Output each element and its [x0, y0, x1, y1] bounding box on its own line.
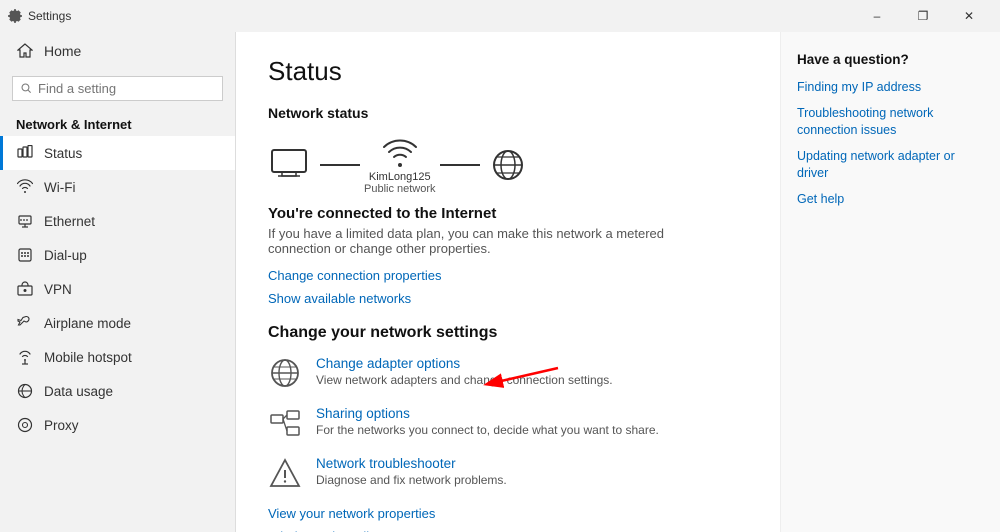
adapter-options-text: Change adapter options View network adap… [316, 356, 613, 387]
sharing-options-text: Sharing options For the networks you con… [316, 406, 659, 437]
title-bar-controls: – ❐ ✕ [854, 0, 992, 32]
home-icon [16, 42, 34, 60]
sidebar-item-hotspot[interactable]: Mobile hotspot [0, 340, 235, 374]
app-body: Home Network & Internet Status Wi-Fi [0, 32, 1000, 532]
sidebar-section-title: Network & Internet [0, 107, 235, 136]
sidebar-item-wifi[interactable]: Wi-Fi [0, 170, 235, 204]
status-icon [16, 144, 34, 162]
troubleshooter-text: Network troubleshooter Diagnose and fix … [316, 456, 507, 487]
sidebar-item-label-airplane: Airplane mode [44, 316, 131, 331]
adapter-options-desc: View network adapters and change connect… [316, 373, 613, 387]
red-arrow [468, 358, 568, 394]
sharing-options-item: Sharing options For the networks you con… [268, 406, 748, 440]
sidebar-item-label-proxy: Proxy [44, 418, 79, 433]
right-panel: Have a question? Finding my IP address T… [780, 32, 1000, 532]
globe-diagram-icon [484, 146, 532, 184]
hotspot-icon [16, 348, 34, 366]
restore-button[interactable]: ❐ [900, 0, 946, 32]
search-box[interactable] [12, 76, 223, 101]
right-link-ip[interactable]: Finding my IP address [797, 79, 984, 97]
network-status-label: Network status [268, 105, 748, 121]
sidebar-item-label-hotspot: Mobile hotspot [44, 350, 132, 365]
net-line-2 [440, 164, 480, 166]
right-link-help[interactable]: Get help [797, 191, 984, 209]
data-icon [16, 382, 34, 400]
show-networks-link[interactable]: Show available networks [268, 291, 748, 306]
adapter-options-item: Change adapter options View network adap… [268, 356, 748, 390]
right-link-troubleshoot[interactable]: Troubleshooting network connection issue… [797, 105, 984, 140]
sidebar-item-label-vpn: VPN [44, 282, 72, 297]
troubleshooter-item: Network troubleshooter Diagnose and fix … [268, 456, 748, 490]
troubleshooter-title[interactable]: Network troubleshooter [316, 456, 507, 471]
ethernet-icon [16, 212, 34, 230]
title-bar: Settings – ❐ ✕ [0, 0, 1000, 32]
sharing-icon [268, 406, 302, 440]
vpn-icon [16, 280, 34, 298]
connected-title: You're connected to the Internet [268, 205, 748, 222]
troubleshooter-icon [268, 456, 302, 490]
troubleshooter-desc: Diagnose and fix network problems. [316, 473, 507, 487]
search-input[interactable] [38, 81, 214, 96]
proxy-icon [16, 416, 34, 434]
adapter-icon [268, 356, 302, 390]
title-bar-left: Settings [8, 9, 71, 23]
sidebar-item-label-wifi: Wi-Fi [44, 180, 75, 195]
settings-icon [8, 9, 22, 23]
title-bar-title: Settings [28, 9, 71, 23]
sidebar-item-label-status: Status [44, 146, 82, 161]
network-name: KimLong125 [369, 171, 431, 183]
search-icon [21, 82, 32, 95]
airplane-icon [16, 314, 34, 332]
sidebar-home-item[interactable]: Home [0, 32, 235, 70]
adapter-options-title[interactable]: Change adapter options [316, 356, 613, 371]
minimize-button[interactable]: – [854, 0, 900, 32]
sidebar-item-vpn[interactable]: VPN [0, 272, 235, 306]
sidebar-item-label-dialup: Dial-up [44, 248, 87, 263]
sidebar-item-data[interactable]: Data usage [0, 374, 235, 408]
net-line-1 [320, 164, 360, 166]
change-settings-title: Change your network settings [268, 324, 748, 342]
sharing-options-desc: For the networks you connect to, decide … [316, 423, 659, 437]
close-button[interactable]: ✕ [946, 0, 992, 32]
connected-desc: If you have a limited data plan, you can… [268, 226, 688, 256]
sidebar-item-airplane[interactable]: Airplane mode [0, 306, 235, 340]
wifi-icon [16, 178, 34, 196]
dialup-icon [16, 246, 34, 264]
sharing-options-title[interactable]: Sharing options [316, 406, 659, 421]
wifi-diagram-icon: KimLong125 Public network [364, 135, 436, 195]
right-link-adapter[interactable]: Updating network adapter or driver [797, 148, 984, 183]
sidebar-item-status[interactable]: Status [0, 136, 235, 170]
sidebar-item-proxy[interactable]: Proxy [0, 408, 235, 442]
network-diagram: KimLong125 Public network [268, 135, 748, 195]
sidebar-item-ethernet[interactable]: Ethernet [0, 204, 235, 238]
change-connection-link[interactable]: Change connection properties [268, 268, 748, 283]
sidebar-item-label-ethernet: Ethernet [44, 214, 95, 229]
sidebar-item-label-data: Data usage [44, 384, 113, 399]
sidebar-home-label: Home [44, 43, 81, 59]
sidebar-item-dialup[interactable]: Dial-up [0, 238, 235, 272]
sidebar: Home Network & Internet Status Wi-Fi [0, 32, 236, 532]
main-content: Status Network status [236, 32, 780, 532]
network-type: Public network [364, 183, 436, 195]
page-title: Status [268, 56, 748, 87]
view-properties-link[interactable]: View your network properties [268, 506, 748, 521]
right-panel-title: Have a question? [797, 52, 984, 67]
computer-icon [268, 146, 316, 184]
